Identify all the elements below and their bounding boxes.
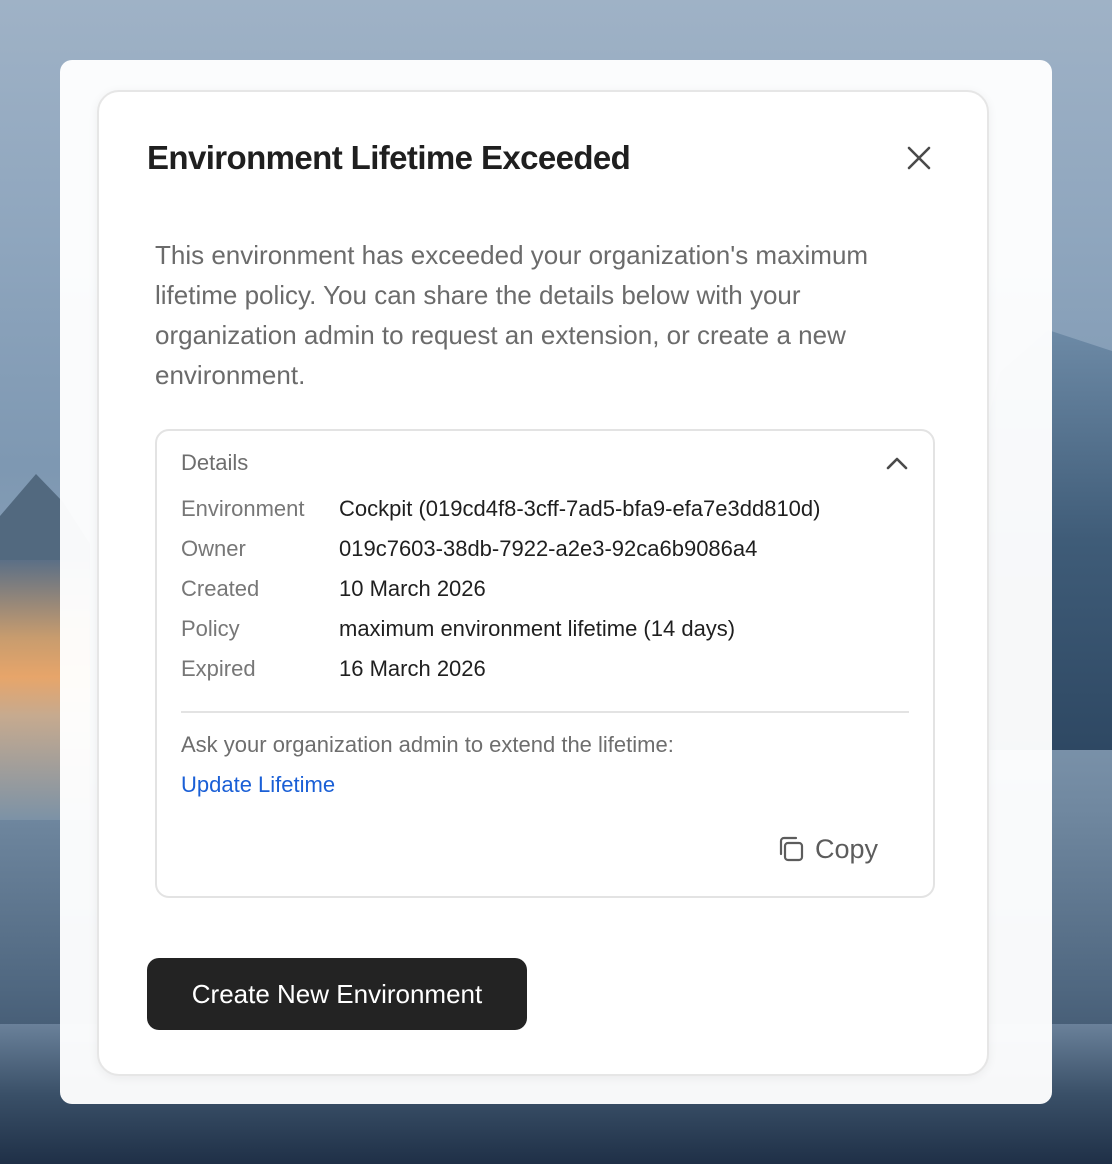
copy-label: Copy — [815, 833, 879, 864]
detail-row-environment: Environment Cockpit (019cd4f8-3cff-7ad5-… — [181, 489, 911, 529]
details-panel: Details Environment Cockpit (019cd4f8-3c… — [155, 429, 935, 898]
detail-label: Owner — [181, 536, 246, 561]
detail-value: maximum environment lifetime (14 days) — [339, 616, 736, 641]
details-title: Details — [181, 450, 249, 475]
detail-label: Policy — [181, 616, 240, 641]
details-toggle[interactable]: Details — [181, 445, 911, 481]
close-button[interactable] — [899, 138, 939, 178]
detail-label: Expired — [181, 656, 256, 681]
ask-admin-text: Ask your organization admin to extend th… — [181, 732, 674, 757]
copy-icon — [779, 836, 804, 862]
lifetime-exceeded-dialog: Environment Lifetime Exceeded This envir… — [97, 90, 989, 1076]
detail-label: Environment — [181, 496, 305, 521]
detail-label: Created — [181, 576, 260, 601]
details-list: Environment Cockpit (019cd4f8-3cff-7ad5-… — [181, 489, 911, 689]
copy-button[interactable]: Copy — [777, 827, 878, 871]
create-new-environment-button[interactable]: Create New Environment — [147, 958, 527, 1030]
update-lifetime-link[interactable]: Update Lifetime — [181, 769, 335, 801]
detail-row-policy: Policy maximum environment lifetime (14 … — [181, 609, 911, 649]
dialog-description: This environment has exceeded your organ… — [155, 240, 869, 390]
detail-row-created: Created 10 March 2026 — [181, 569, 911, 609]
detail-value: 019c7603-38db-7922-a2e3-92ca6b9086a4 — [339, 536, 758, 561]
details-divider — [181, 711, 909, 713]
detail-row-expired: Expired 16 March 2026 — [181, 649, 911, 689]
detail-row-owner: Owner 019c7603-38db-7922-a2e3-92ca6b9086… — [181, 529, 911, 569]
chevron-up-icon — [883, 449, 911, 477]
detail-value: Cockpit (019cd4f8-3cff-7ad5-bfa9-efa7e3d… — [339, 496, 821, 521]
detail-value: 16 March 2026 — [339, 656, 486, 681]
detail-value: 10 March 2026 — [339, 576, 486, 601]
dialog-title: Environment Lifetime Exceeded — [147, 139, 631, 176]
close-icon — [907, 146, 931, 170]
